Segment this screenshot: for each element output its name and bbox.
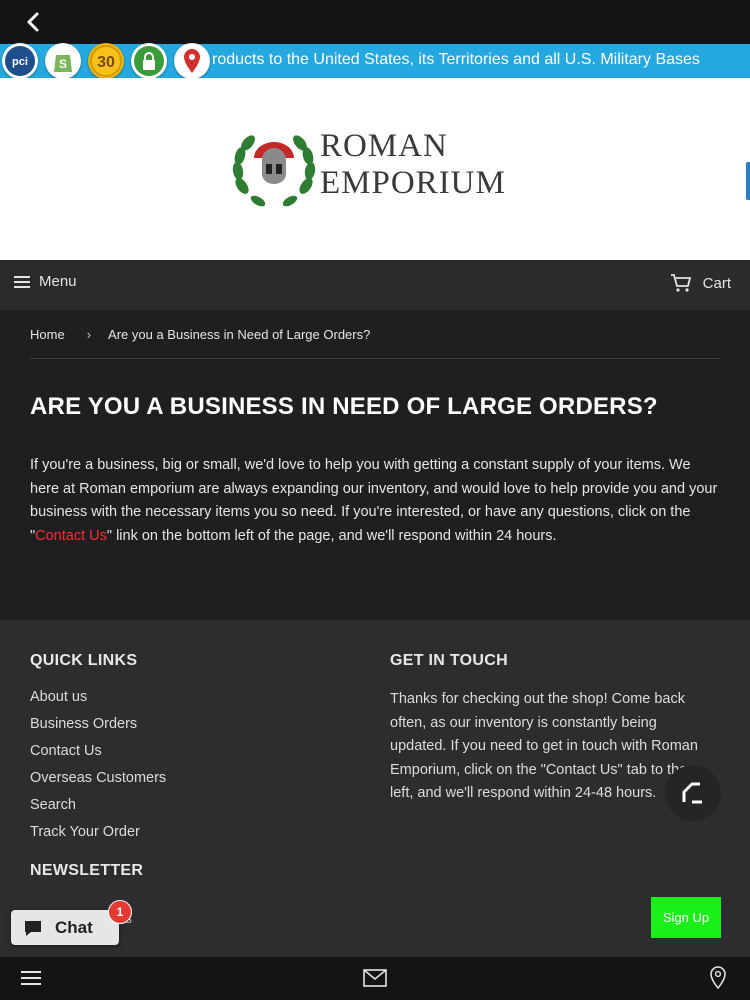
cart-button[interactable]: Cart [670, 273, 731, 293]
quick-link-about-us[interactable]: About us [30, 689, 166, 716]
svg-text:pci: pci [12, 56, 28, 68]
brand-wordmark[interactable]: ROMAN EMPORIUM [320, 128, 506, 202]
pci-badge-icon[interactable]: pci [2, 43, 38, 79]
chat-button[interactable]: Chat [11, 910, 119, 945]
get-in-touch-title: GET IN TOUCH [390, 652, 508, 669]
menu-label: Menu [39, 273, 77, 290]
shopify-badge-icon[interactable]: S [45, 43, 81, 79]
breadcrumb-separator: › [86, 327, 92, 342]
page-body: If you're a business, big or small, we'd… [30, 454, 720, 548]
chat-bubble-icon [25, 920, 41, 936]
chat-label: Chat [55, 917, 93, 937]
location-badge-icon[interactable] [174, 43, 210, 79]
location-pin-icon[interactable] [709, 966, 727, 990]
quick-link-business-orders[interactable]: Business Orders [30, 716, 166, 743]
quick-link-track-order[interactable]: Track Your Order [30, 824, 166, 851]
back-arrow-icon[interactable] [22, 10, 46, 34]
svg-text:S: S [59, 57, 67, 71]
get-in-touch-text: Thanks for checking out the shop! Come b… [390, 691, 698, 801]
announcement-text: roducts to the United States, its Territ… [212, 51, 700, 68]
mail-icon[interactable] [363, 968, 387, 988]
brand-line1: ROMAN [320, 128, 448, 164]
thirty-day-badge-icon[interactable]: 30 [88, 43, 124, 79]
breadcrumb: Home › Are you a Business in Need of Lar… [30, 327, 370, 342]
sign-up-button[interactable]: Sign Up [651, 897, 721, 938]
list-icon[interactable] [21, 969, 41, 987]
page-title: ARE YOU A BUSINESS IN NEED OF LARGE ORDE… [30, 393, 658, 420]
expand-arrow-icon [682, 782, 702, 804]
quick-links-list: About us Business Orders Contact Us Over… [30, 689, 166, 851]
quick-link-search[interactable]: Search [30, 797, 166, 824]
scroll-top-button[interactable] [665, 765, 721, 821]
breadcrumb-current: Are you a Business in Need of Large Orde… [108, 327, 371, 342]
bottom-toolbar [0, 957, 750, 1000]
chat-notification-badge: 1 [108, 900, 132, 924]
quick-link-overseas-customers[interactable]: Overseas Customers [30, 770, 166, 797]
breadcrumb-home[interactable]: Home [30, 327, 65, 342]
menu-button[interactable]: Menu [14, 273, 77, 290]
quick-link-contact-us[interactable]: Contact Us [30, 743, 166, 770]
secure-lock-badge-icon[interactable] [131, 43, 167, 79]
site-header: ROMAN EMPORIUM [0, 78, 750, 260]
body-text-end: " link on the bottom left of the page, a… [106, 527, 557, 544]
cart-icon [670, 274, 691, 292]
divider [30, 358, 720, 359]
newsletter-title: NEWSLETTER [30, 862, 144, 879]
nav-bar: Menu Cart [0, 260, 750, 310]
cart-label: Cart [702, 274, 731, 292]
hamburger-icon [14, 275, 30, 288]
brand-line2: EMPORIUM [320, 165, 506, 201]
quick-links-title: QUICK LINKS [30, 652, 138, 669]
svg-text:30: 30 [97, 54, 115, 71]
side-tab[interactable] [746, 162, 750, 200]
roman-emporium-logo[interactable] [232, 126, 316, 212]
trust-badges: pci S 30 [2, 43, 210, 79]
top-bar [0, 0, 750, 44]
contact-us-link[interactable]: Contact Us [35, 528, 107, 544]
